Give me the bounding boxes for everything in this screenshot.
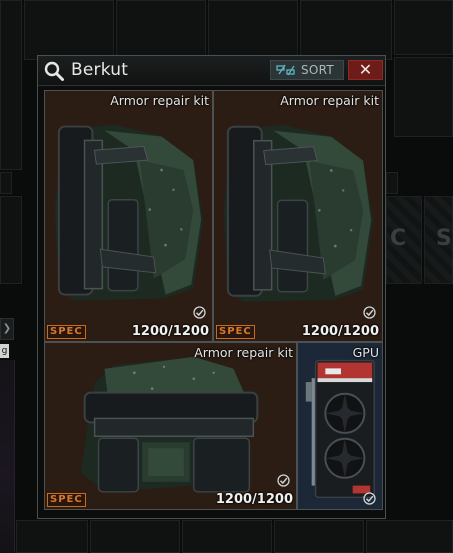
gpu-graphics-card-image: [298, 343, 382, 508]
checkmark-icon: [363, 492, 376, 505]
item-name: Armor repair kit: [110, 93, 209, 108]
container-window: Berkut SORT ✕ Armor repair kit SPEC 1200…: [37, 55, 386, 519]
spec-badge: SPEC: [216, 325, 255, 339]
item-durability: 1200/1200: [131, 324, 209, 339]
checkmark-icon: [277, 474, 290, 487]
close-icon: ✕: [358, 60, 373, 79]
sort-icon: [276, 64, 295, 76]
sort-button[interactable]: SORT: [270, 60, 344, 80]
checkmark-icon: [363, 306, 376, 319]
armor-repair-kit-bag-image: [45, 343, 296, 509]
stash-cell: [0, 196, 22, 284]
side-tag-label: g: [0, 344, 9, 358]
stash-cell: [208, 0, 298, 60]
stash-cell: [90, 520, 180, 553]
window-header[interactable]: Berkut SORT ✕: [38, 56, 385, 86]
stash-cell: [24, 0, 114, 60]
left-panel-strip: [0, 360, 15, 553]
stash-cell: [0, 0, 22, 170]
spec-badge: SPEC: [47, 493, 86, 507]
ghost-slot-letter: C: [390, 226, 407, 251]
item-gpu[interactable]: GPU: [297, 342, 383, 510]
checkmark-icon: [193, 306, 206, 319]
window-title: Berkut: [71, 60, 129, 80]
ghost-slot-letter: S: [436, 226, 452, 251]
stash-cell: [182, 520, 272, 553]
stash-cell: [394, 57, 453, 137]
stash-cell: [394, 0, 453, 55]
armor-repair-kit-bag-image: [45, 91, 212, 341]
sort-label: SORT: [301, 63, 335, 77]
item-name: Armor repair kit: [280, 93, 379, 108]
stash-cell: [0, 172, 12, 194]
spec-badge: SPEC: [47, 325, 86, 339]
close-button[interactable]: ✕: [348, 60, 383, 80]
stash-cell: [386, 172, 398, 194]
container-grid: Armor repair kit SPEC 1200/1200 Armor re…: [44, 90, 383, 510]
side-tab-arrow[interactable]: ❯: [0, 318, 14, 340]
stash-cell: [274, 520, 364, 553]
stash-cell: [116, 0, 206, 60]
item-armor-repair-kit[interactable]: Armor repair kit SPEC 1200/1200: [44, 90, 213, 342]
armor-repair-kit-bag-image: [214, 91, 382, 341]
stash-cell: [300, 0, 392, 60]
item-name: GPU: [352, 345, 379, 360]
item-durability: 1200/1200: [301, 324, 379, 339]
item-armor-repair-kit[interactable]: Armor repair kit SPEC 1200/1200: [213, 90, 383, 342]
stash-cell: [366, 520, 453, 553]
stash-cell: [16, 520, 88, 553]
item-armor-repair-kit[interactable]: Armor repair kit SPEC 1200/1200: [44, 342, 297, 510]
search-icon[interactable]: [43, 60, 65, 82]
item-durability: 1200/1200: [215, 492, 293, 507]
item-name: Armor repair kit: [194, 345, 293, 360]
